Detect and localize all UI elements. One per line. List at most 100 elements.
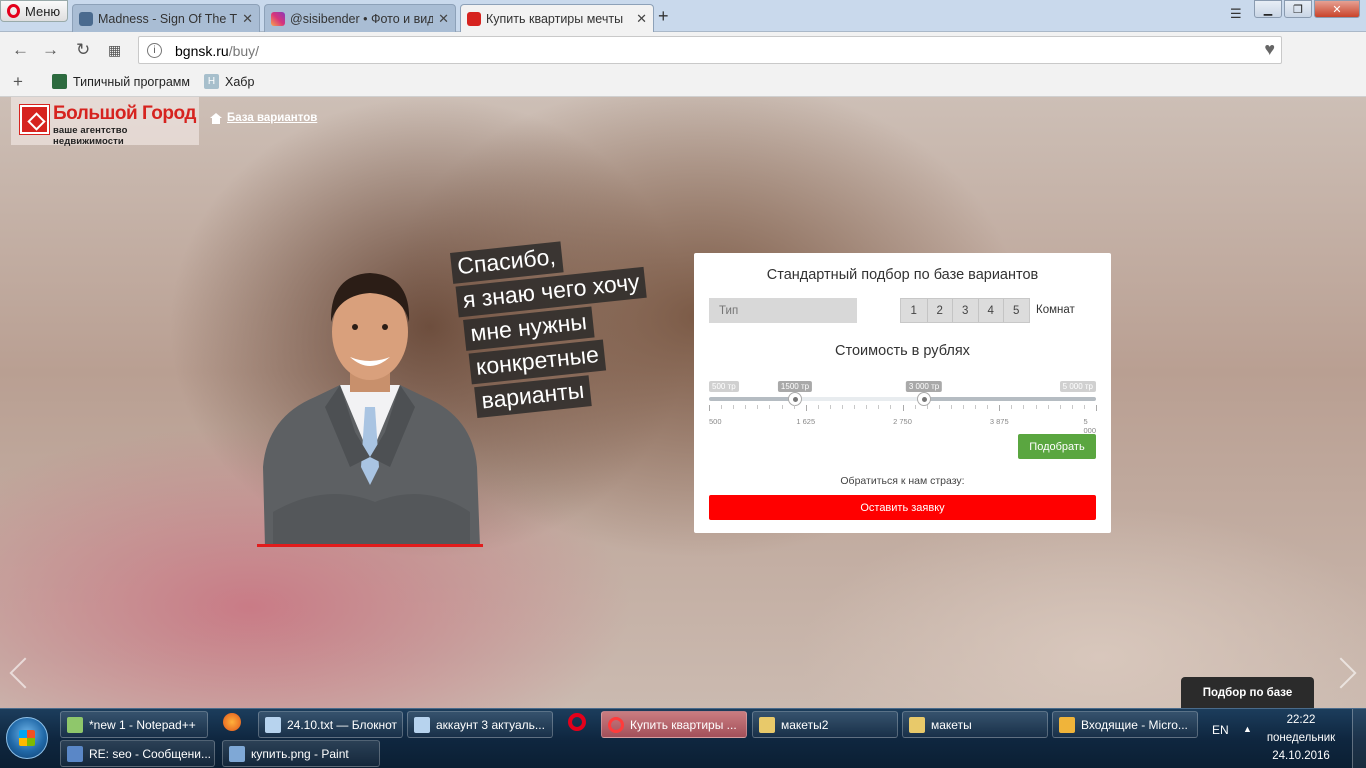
forward-icon[interactable]: → <box>42 40 59 60</box>
room-option-4[interactable]: 4 <box>977 299 1003 322</box>
url-host: bgnsk.ru <box>175 43 229 59</box>
contact-text: Обратиться к нам стразу: <box>840 475 965 487</box>
taskbar-item[interactable]: макеты2 <box>752 711 898 738</box>
bookmark-item[interactable]: H Хабр <box>204 74 254 89</box>
scale-label: 2 750 <box>893 417 912 426</box>
back-icon[interactable]: ← <box>12 40 29 60</box>
clock-date: 24.10.2016 <box>1272 750 1330 762</box>
room-option-2[interactable]: 2 <box>926 299 952 322</box>
breadcrumb[interactable]: База вариантов <box>210 112 317 124</box>
property-type-input[interactable] <box>709 298 857 323</box>
close-tab-icon[interactable]: ✕ <box>242 11 253 27</box>
leave-request-button[interactable]: Оставить заявку <box>709 495 1096 520</box>
taskbar-item[interactable]: 24.10.txt — Блокнот <box>258 711 403 738</box>
site-info-icon[interactable]: i <box>147 43 162 58</box>
speed-dial-icon[interactable]: ▦ <box>108 42 121 59</box>
site-logo[interactable]: Большой Город ваше агентство недвижимост… <box>11 97 199 147</box>
price-range-slider[interactable]: 500 тр 1500 тр 3 000 тр 5 000 тр 500 1 6… <box>709 381 1097 435</box>
slider-tick <box>962 405 964 409</box>
taskbar-item-label: Входящие - Micro... <box>1081 717 1188 732</box>
tab-menu-icon[interactable]: ☰ <box>1230 6 1242 22</box>
taskbar-item-label: купить.png - Paint <box>251 746 349 761</box>
taskbar-item-label: Купить квартиры ... <box>630 717 737 732</box>
slider-tick <box>829 405 831 409</box>
bookmark-label: Типичный программ <box>73 74 190 89</box>
slider-tick <box>793 405 795 409</box>
scale-label: 500 <box>709 417 722 426</box>
slider-tick <box>757 405 759 409</box>
bookmark-heart-icon[interactable]: ♥ <box>1264 39 1275 60</box>
room-option-5[interactable]: 5 <box>1003 299 1029 322</box>
folder-icon <box>909 716 925 733</box>
taskbar-item-label: макеты2 <box>781 717 829 732</box>
slider-tick <box>866 405 868 409</box>
opera-icon[interactable] <box>568 713 586 731</box>
add-bookmark-icon[interactable]: + <box>13 72 23 92</box>
slider-tick <box>938 405 940 409</box>
url-field[interactable]: i bgnsk.ru/buy/ ♥ <box>138 36 1282 64</box>
clock-time: 22:22 <box>1286 714 1316 726</box>
tab-title: @sisibender • Фото и вид <box>290 11 434 26</box>
bookmark-favicon-icon <box>52 74 67 89</box>
scale-label: 5 000 <box>1083 417 1096 435</box>
maximize-icon[interactable]: ❐ <box>1284 0 1312 18</box>
url-text: bgnsk.ru/buy/ <box>175 43 259 59</box>
room-option-1[interactable]: 1 <box>901 299 927 322</box>
tab-instagram[interactable]: @sisibender • Фото и вид ✕ <box>264 4 456 32</box>
pick-button[interactable]: Подобрать <box>1018 434 1096 459</box>
businessman-illustration <box>263 273 480 547</box>
tab-madness[interactable]: Madness - Sign Of The Tim ✕ <box>72 4 260 32</box>
browser-menu-label: Меню <box>25 3 61 19</box>
taskbar-item-label: *new 1 - Notepad++ <box>89 717 196 732</box>
taskbar-item[interactable]: RE: seo - Сообщени... <box>60 740 215 767</box>
minimize-icon[interactable]: ▁ <box>1254 0 1282 18</box>
clock[interactable]: 22:22 понедельник 24.10.2016 <box>1262 711 1340 765</box>
taskbar-item[interactable]: аккаунт 3 актуаль... <box>407 711 553 738</box>
notepad-icon <box>265 716 281 733</box>
pick-from-base-tab[interactable]: Подбор по базе <box>1181 677 1314 708</box>
close-window-icon[interactable]: ✕ <box>1314 0 1360 18</box>
outlook-message-icon <box>67 745 83 762</box>
taskbar-item-label: 24.10.txt — Блокнот <box>287 717 398 732</box>
taskbar-item[interactable]: *new 1 - Notepad++ <box>60 711 208 738</box>
slider-tick <box>1096 405 1097 411</box>
slider-tick <box>1071 405 1073 409</box>
show-desktop-button[interactable] <box>1352 709 1366 768</box>
scale-label: 1 625 <box>796 417 816 426</box>
reload-icon[interactable]: ↻ <box>76 40 90 60</box>
mail-icon <box>1059 716 1075 733</box>
tab-title: Купить квартиры мечты <box>486 11 624 26</box>
taskbar-item[interactable]: макеты <box>902 711 1048 738</box>
slider-tick <box>817 405 819 409</box>
browser-tab-strip: Меню Madness - Sign Of The Tim ✕ @sisibe… <box>0 0 1366 32</box>
slide-next-icon[interactable] <box>1325 657 1357 689</box>
language-indicator[interactable]: EN <box>1212 723 1229 737</box>
start-button-icon[interactable] <box>6 717 48 759</box>
room-option-3[interactable]: 3 <box>952 299 978 322</box>
new-tab-icon[interactable]: + <box>658 6 669 27</box>
slider-tick <box>805 405 807 411</box>
slide-prev-icon[interactable] <box>9 657 41 689</box>
taskbar-item[interactable]: купить.png - Paint <box>222 740 380 767</box>
taskbar-item[interactable]: Входящие - Micro... <box>1052 711 1198 738</box>
slider-tick <box>733 405 735 409</box>
slider-low-handle[interactable] <box>788 392 802 406</box>
slider-tick <box>854 405 856 409</box>
close-tab-icon[interactable]: ✕ <box>438 11 449 27</box>
opera-icon <box>608 716 624 733</box>
taskbar-item-active[interactable]: Купить квартиры ... <box>601 711 747 738</box>
tab-buy-apartments[interactable]: Купить квартиры мечты ✕ <box>460 4 654 32</box>
slider-tick <box>1047 405 1049 409</box>
firefox-icon[interactable] <box>223 713 241 731</box>
scale-label: 3 875 <box>989 417 1009 426</box>
tray-expand-icon[interactable]: ▲ <box>1243 724 1252 734</box>
window-controls: ▁ ❐ ✕ <box>1254 0 1360 18</box>
browser-menu-button[interactable]: Меню <box>0 0 68 22</box>
slider-high-handle[interactable] <box>917 392 931 406</box>
url-path: /buy/ <box>228 43 260 59</box>
slider-tick <box>769 405 771 409</box>
slider-tick <box>842 405 844 409</box>
rooms-label: Комнат <box>1036 304 1075 316</box>
bookmark-item[interactable]: Типичный программ <box>52 74 190 89</box>
close-tab-icon[interactable]: ✕ <box>636 11 647 27</box>
